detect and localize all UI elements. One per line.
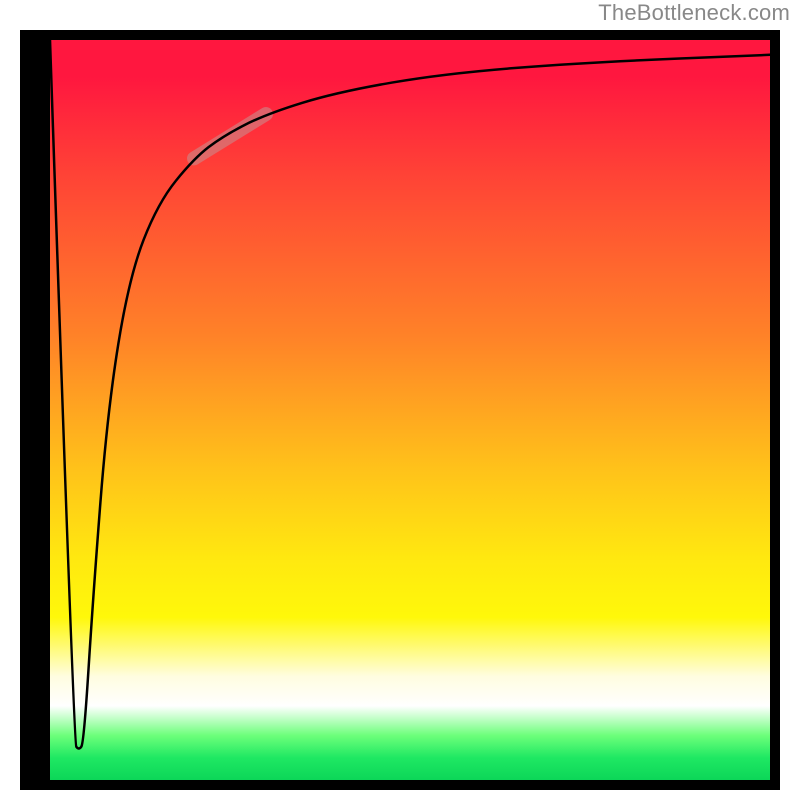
attribution-label: TheBottleneck.com [598, 0, 790, 26]
curve-layer [50, 40, 770, 780]
bottleneck-curve [50, 40, 770, 749]
chart-container: TheBottleneck.com [0, 0, 800, 800]
